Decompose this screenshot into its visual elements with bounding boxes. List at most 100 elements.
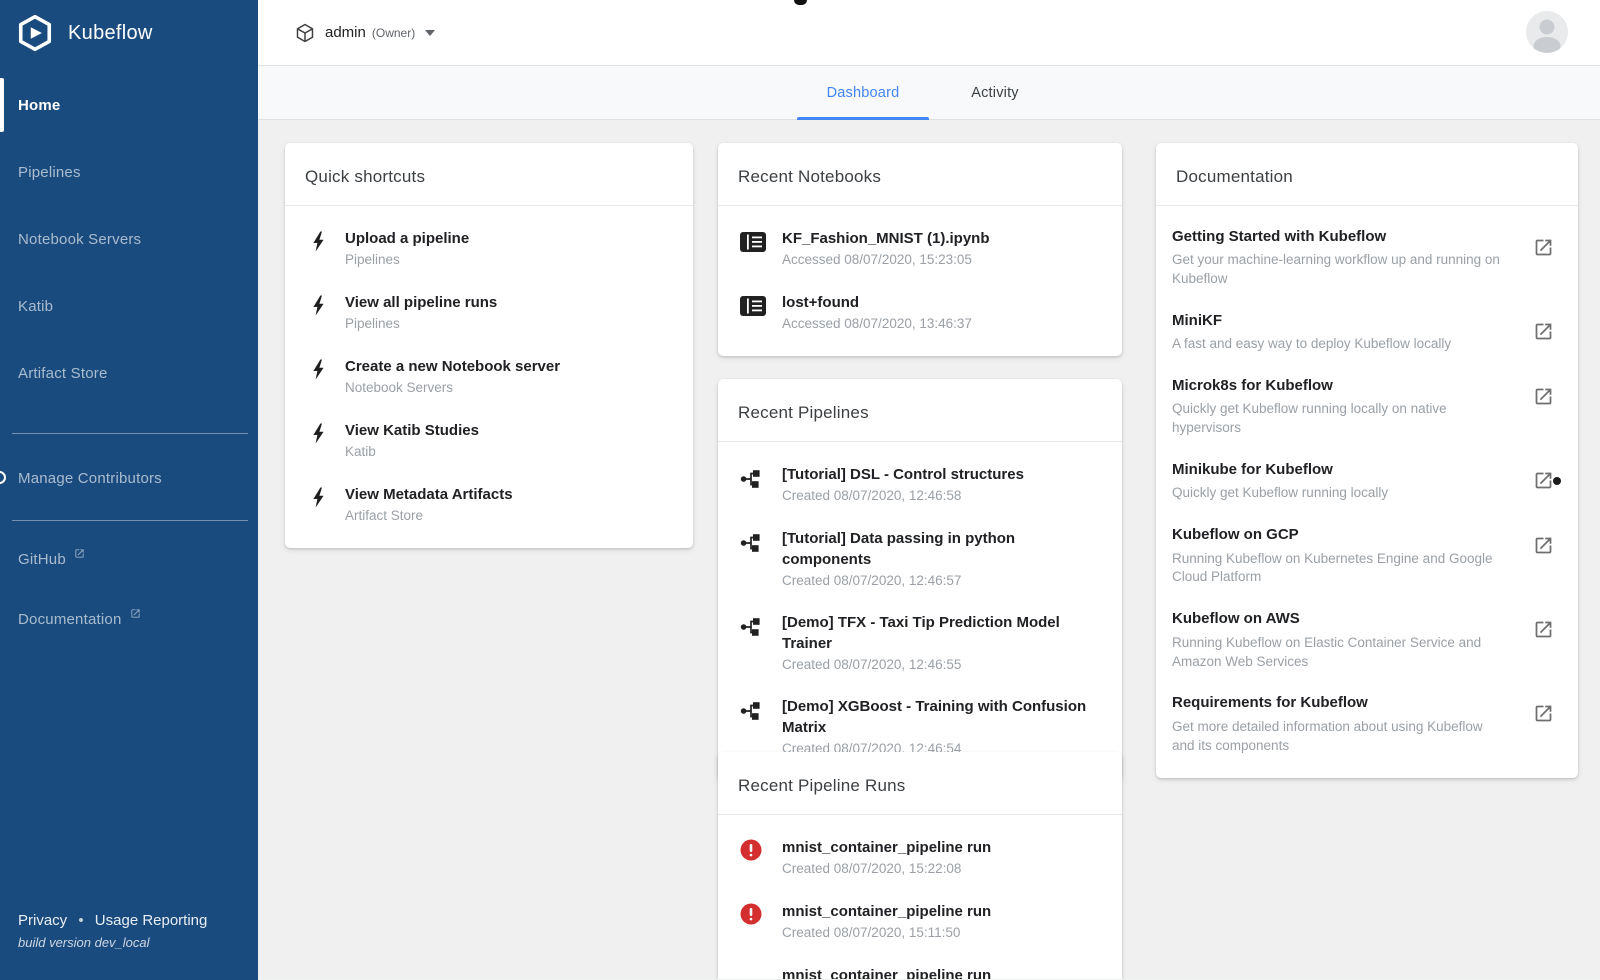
doc-description: Get more detailed information about usin… (1172, 718, 1483, 753)
quick-shortcuts-card: Quick shortcuts Upload a pipeline Pipeli… (285, 143, 693, 548)
flash-icon (307, 230, 331, 252)
doc-description: Quickly get Kubeflow running locally (1172, 485, 1389, 501)
notebook-item[interactable]: lost+found Accessed 08/07/2020, 13:46:37 (718, 280, 1122, 344)
tab-bar: Dashboard Activity (258, 66, 1600, 120)
dropdown-caret-icon (425, 29, 436, 36)
doc-link-getting-started[interactable]: Getting Started with Kubeflow Get your m… (1156, 216, 1578, 300)
recent-notebooks-card: Recent Notebooks KF_Fashion_MNIST (1).ip… (718, 143, 1122, 356)
doc-link-requirements[interactable]: Requirements for Kubeflow Get more detai… (1156, 682, 1578, 766)
doc-link-microk8s[interactable]: Microk8s for Kubeflow Quickly get Kubefl… (1156, 365, 1578, 449)
sidebar-item-artifact-store[interactable]: Artifact Store (0, 340, 258, 407)
sidebar-item-github[interactable]: GitHub (0, 529, 258, 589)
sidebar-item-pipelines[interactable]: Pipelines (0, 139, 258, 206)
card-title: Recent Pipeline Runs (738, 776, 906, 795)
shortcut-view-pipeline-runs[interactable]: View all pipeline runs Pipelines (285, 280, 693, 344)
privacy-link[interactable]: Privacy (18, 912, 67, 929)
sidebar-item-notebook-servers[interactable]: Notebook Servers (0, 206, 258, 273)
shortcut-subtitle: Artifact Store (345, 508, 424, 523)
user-avatar[interactable] (1526, 11, 1568, 53)
shortcut-view-katib-studies[interactable]: View Katib Studies Katib (285, 408, 693, 472)
usage-reporting-link[interactable]: Usage Reporting (95, 912, 208, 929)
run-title: mnist_container_pipeline run (782, 967, 992, 979)
doc-title: Requirements for Kubeflow (1172, 694, 1368, 712)
open-in-new-icon (1533, 237, 1554, 258)
kubeflow-logo-icon (16, 14, 54, 52)
pipeline-title: [Tutorial] DSL - Control structures (782, 466, 1024, 483)
sidebar-item-documentation[interactable]: Documentation (0, 589, 258, 649)
card-title: Recent Notebooks (738, 167, 882, 186)
doc-link-gcp[interactable]: Kubeflow on GCP Running Kubeflow on Kube… (1156, 514, 1578, 598)
doc-link-aws[interactable]: Kubeflow on AWS Running Kubeflow on Elas… (1156, 598, 1578, 682)
pipeline-created: Created 08/07/2020, 12:46:58 (782, 488, 962, 503)
doc-description: Quickly get Kubeflow running locally on … (1172, 401, 1447, 436)
pipeline-title: [Tutorial] Data passing in python compon… (782, 530, 1016, 568)
sidebar-item-label: Manage Contributors (18, 470, 162, 487)
brand-name: Kubeflow (68, 21, 153, 44)
shortcut-subtitle: Pipelines (345, 252, 400, 267)
run-created: Created 08/07/2020, 15:11:50 (782, 925, 961, 940)
shortcut-create-notebook-server[interactable]: Create a new Notebook server Notebook Se… (285, 344, 693, 408)
notebook-title: lost+found (782, 294, 860, 311)
doc-title: Microk8s for Kubeflow (1172, 377, 1333, 395)
error-status-icon (740, 903, 764, 925)
external-link-icon (75, 548, 84, 558)
doc-description: Get your machine-learning workflow up an… (1172, 252, 1500, 287)
shortcut-title: View Katib Studies (345, 422, 479, 439)
doc-link-minikf[interactable]: MiniKF A fast and easy way to deploy Kub… (1156, 300, 1578, 365)
notebook-item[interactable]: KF_Fashion_MNIST (1).ipynb Accessed 08/0… (718, 216, 1122, 280)
pipeline-title: [Demo] TFX - Taxi Tip Prediction Model T… (782, 614, 1060, 652)
doc-title: MiniKF (1172, 312, 1222, 330)
sidebar-item-manage-contributors[interactable]: Manage Contributors (0, 445, 258, 512)
pipeline-run-item[interactable]: mnist_container_pipeline run Created 08/… (718, 825, 1122, 889)
pipeline-icon (740, 532, 764, 554)
sidebar-item-label: Home (18, 97, 61, 114)
namespace-selector[interactable]: admin (Owner) (295, 23, 436, 43)
pipeline-run-item[interactable]: mnist_container_pipeline run (718, 953, 1122, 979)
tab-activity[interactable]: Activity (929, 66, 1061, 120)
recent-pipeline-runs-card: Recent Pipeline Runs mnist_container_pip… (718, 752, 1122, 979)
sidebar-brand[interactable]: Kubeflow (0, 0, 258, 66)
doc-title: Kubeflow on GCP (1172, 526, 1299, 544)
kubeflow-dashboard: Kubeflow Home Pipelines Notebook Servers… (0, 0, 1600, 980)
namespace-cube-icon (295, 23, 315, 43)
sidebar-item-label: Artifact Store (18, 365, 108, 382)
sidebar-item-label: Katib (18, 298, 54, 315)
doc-title: Kubeflow on AWS (1172, 610, 1300, 628)
shortcut-title: Create a new Notebook server (345, 358, 561, 375)
shortcut-upload-pipeline[interactable]: Upload a pipeline Pipelines (285, 216, 693, 280)
pipeline-item[interactable]: [Tutorial] Data passing in python compon… (718, 516, 1122, 600)
namespace-role: (Owner) (371, 25, 416, 40)
pipeline-run-item[interactable]: mnist_container_pipeline run Created 08/… (718, 889, 1122, 953)
card-title: Documentation (1176, 167, 1293, 186)
sidebar-divider (12, 433, 248, 434)
flash-icon (307, 486, 331, 508)
tab-dashboard[interactable]: Dashboard (797, 66, 929, 120)
pipeline-item[interactable]: [Tutorial] DSL - Control structures Crea… (718, 452, 1122, 516)
sidebar-item-label: Notebook Servers (18, 231, 142, 248)
tab-label: Dashboard (826, 85, 900, 101)
sidebar-item-home[interactable]: Home (0, 72, 258, 139)
doc-link-minikube[interactable]: Minikube for Kubeflow Quickly get Kubefl… (1156, 449, 1578, 514)
sidebar-item-label: GitHub (18, 550, 66, 568)
error-status-icon (740, 839, 764, 861)
run-title: mnist_container_pipeline run (782, 839, 992, 856)
active-item-indicator (0, 78, 4, 132)
error-status-icon (740, 967, 764, 979)
open-in-new-icon (1533, 321, 1554, 342)
doc-title: Minikube for Kubeflow (1172, 461, 1333, 479)
main-area: admin (Owner) Dashboard Activity Quick s… (258, 0, 1600, 980)
sidebar-item-katib[interactable]: Katib (0, 273, 258, 340)
open-in-new-icon (1533, 470, 1554, 491)
documentation-card: Documentation Getting Started with Kubef… (1156, 143, 1578, 779)
pipeline-title: [Demo] XGBoost - Training with Confusion… (782, 698, 1087, 736)
notebook-icon (740, 296, 768, 316)
run-created: Created 08/07/2020, 15:22:08 (782, 861, 962, 876)
pipeline-created: Created 08/07/2020, 12:46:57 (782, 573, 962, 588)
pipeline-item[interactable]: [Demo] TFX - Taxi Tip Prediction Model T… (718, 600, 1122, 684)
shortcut-view-metadata-artifacts[interactable]: View Metadata Artifacts Artifact Store (285, 472, 693, 536)
flash-icon (307, 422, 331, 444)
recent-pipelines-card: Recent Pipelines [Tutorial] DSL - Contro… (718, 379, 1122, 780)
doc-description: Running Kubeflow on Kubernetes Engine an… (1172, 550, 1493, 585)
shortcut-subtitle: Notebook Servers (345, 380, 454, 395)
pipeline-icon (740, 616, 764, 638)
